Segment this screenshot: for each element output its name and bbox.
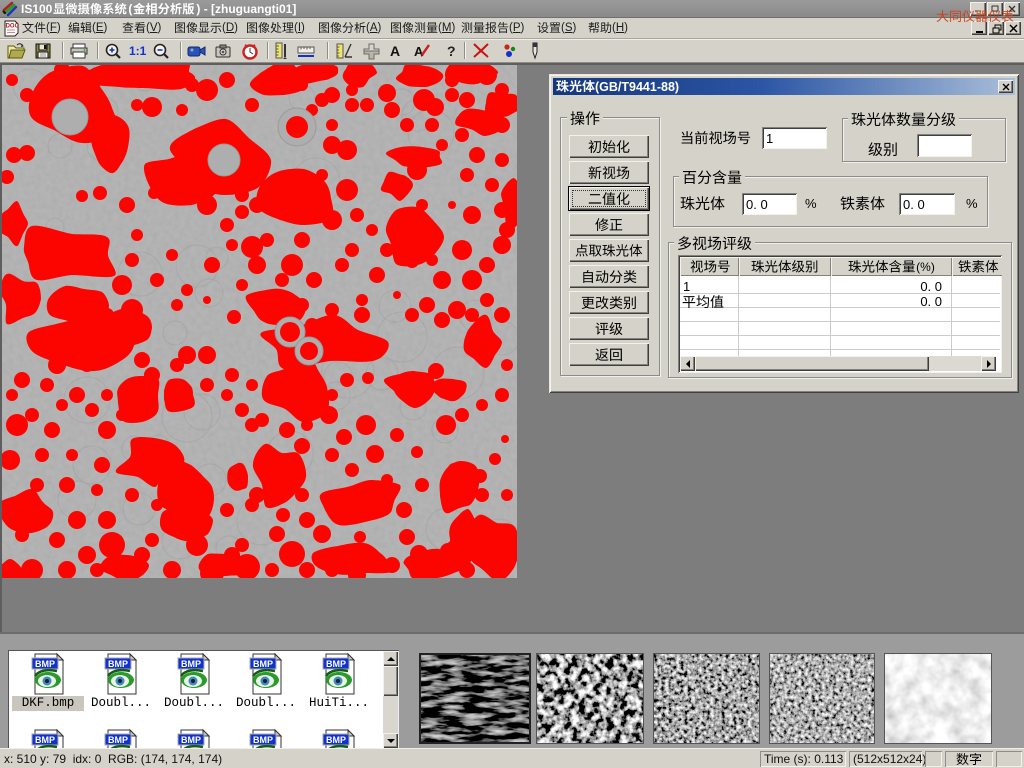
svg-text:BMP: BMP bbox=[181, 659, 201, 669]
svg-text:BMP: BMP bbox=[35, 735, 55, 745]
svg-text:BMP: BMP bbox=[253, 659, 273, 669]
svg-text:BMP: BMP bbox=[181, 735, 201, 745]
svg-text:BMP: BMP bbox=[326, 735, 346, 745]
svg-text:BMP: BMP bbox=[326, 659, 346, 669]
svg-text:DOC: DOC bbox=[6, 24, 19, 30]
svg-text:BMP: BMP bbox=[35, 659, 55, 669]
svg-text:BMP: BMP bbox=[253, 735, 273, 745]
svg-text:A: A bbox=[390, 43, 400, 59]
svg-text:A: A bbox=[414, 44, 424, 59]
svg-text:BMP: BMP bbox=[108, 659, 128, 669]
svg-text:1:1: 1:1 bbox=[129, 44, 147, 58]
svg-text:BMP: BMP bbox=[108, 735, 128, 745]
svg-text:?: ? bbox=[447, 43, 456, 59]
